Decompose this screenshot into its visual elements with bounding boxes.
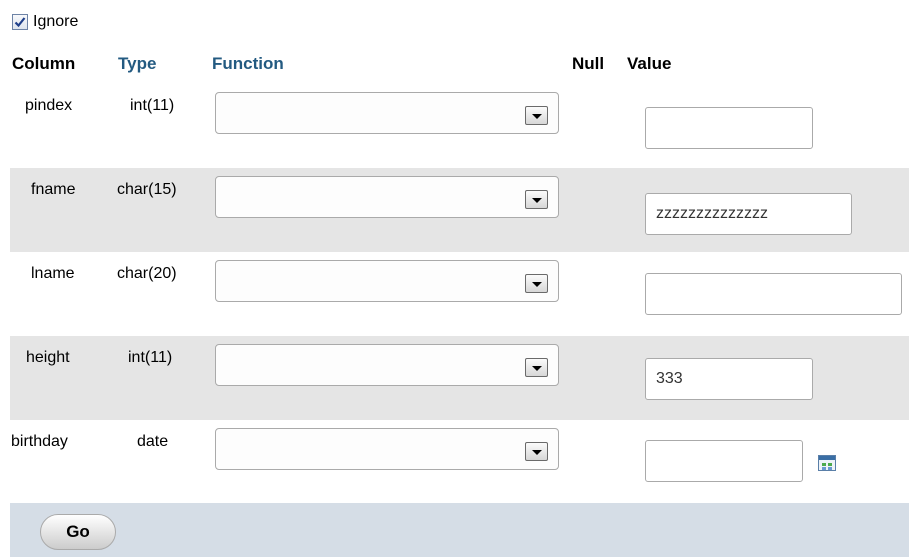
- header-value: Value: [627, 54, 672, 73]
- ignore-checkbox[interactable]: [12, 14, 28, 30]
- column-type: char(15): [117, 181, 177, 198]
- ignore-label: Ignore: [33, 13, 79, 30]
- header-null: Null: [572, 54, 605, 73]
- function-select[interactable]: [215, 260, 559, 302]
- check-icon: [14, 17, 26, 28]
- header-type-link[interactable]: Type: [118, 54, 156, 74]
- table-row: pindex int(11): [10, 84, 909, 168]
- column-type: int(11): [128, 349, 173, 366]
- function-select[interactable]: [215, 92, 559, 134]
- column-name: fname: [31, 181, 76, 198]
- table-row: birthday date: [10, 420, 909, 504]
- value-input[interactable]: [645, 107, 813, 149]
- table-row: height int(11): [10, 336, 909, 420]
- column-type: date: [137, 433, 169, 450]
- function-select[interactable]: [215, 344, 559, 386]
- column-name: birthday: [11, 433, 68, 450]
- function-select[interactable]: [215, 428, 559, 470]
- calendar-icon[interactable]: [818, 455, 836, 471]
- table-row: lname char(20): [10, 252, 909, 336]
- value-input[interactable]: [645, 358, 813, 400]
- dropdown-arrow-icon[interactable]: [525, 442, 548, 461]
- column-type: char(20): [117, 265, 177, 282]
- dropdown-arrow-icon[interactable]: [525, 190, 548, 209]
- dropdown-arrow-icon[interactable]: [525, 106, 548, 125]
- value-input[interactable]: [645, 440, 803, 482]
- header-column: Column: [12, 54, 76, 73]
- column-type: int(11): [130, 97, 175, 114]
- dropdown-arrow-icon[interactable]: [525, 274, 548, 293]
- go-button[interactable]: Go: [40, 514, 116, 550]
- header-function-link[interactable]: Function: [212, 54, 284, 74]
- dropdown-arrow-icon[interactable]: [525, 358, 548, 377]
- form-footer: Go: [10, 503, 909, 557]
- value-input[interactable]: [645, 193, 852, 235]
- table-row: fname char(15): [10, 168, 909, 252]
- column-name: height: [26, 349, 70, 366]
- column-name: lname: [31, 265, 75, 282]
- column-name: pindex: [25, 97, 73, 114]
- function-select[interactable]: [215, 176, 559, 218]
- value-input[interactable]: [645, 273, 902, 315]
- ignore-checkbox-group[interactable]: Ignore: [12, 11, 78, 33]
